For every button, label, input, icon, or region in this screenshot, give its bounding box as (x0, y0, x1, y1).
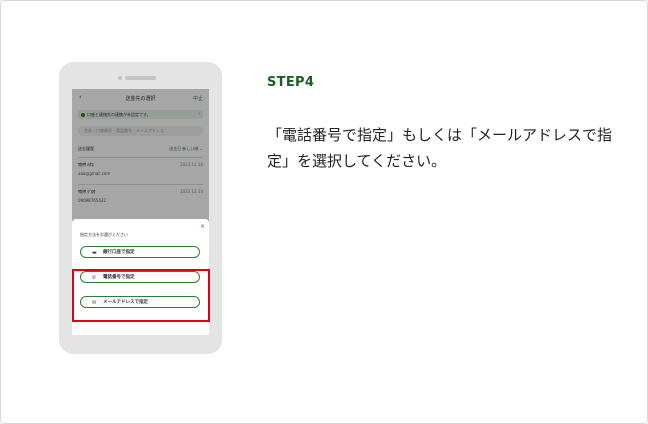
highlight-box (72, 269, 210, 322)
bank-account-button[interactable]: ▬ 銀行口座で指定 (80, 246, 200, 258)
camera-dot (118, 76, 122, 80)
speaker-slot (125, 76, 156, 80)
card-icon: ▬ (92, 250, 97, 256)
step-description: 「電話番号で指定」もしくは「メールアドレスで指定」を選択してください。 (267, 126, 613, 170)
step-card: ‹ 送金先の選択 中止 口座と連絡先の連携が未設定です。 › 名前・口座番号・電… (0, 0, 648, 424)
step-label: STEP4 (267, 75, 315, 90)
option-label: 銀行口座で指定 (103, 250, 135, 255)
sheet-title: 指定方法をお選びください (80, 232, 128, 237)
close-icon[interactable]: × (200, 223, 205, 230)
